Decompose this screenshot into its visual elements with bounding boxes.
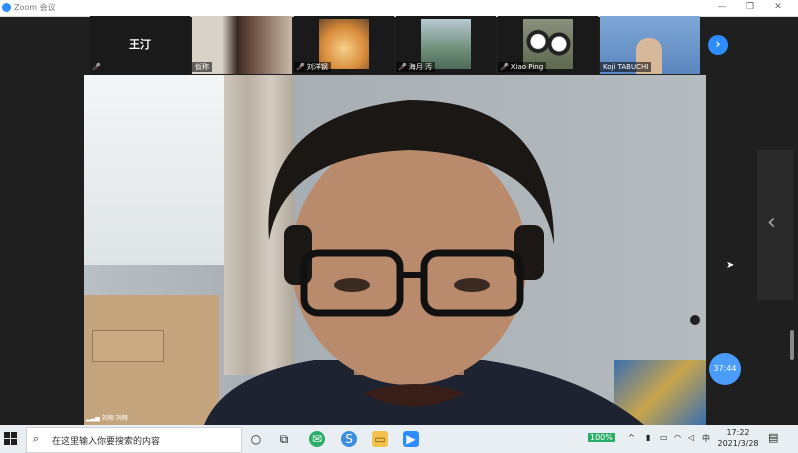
mouse-cursor-icon: ➤ bbox=[726, 260, 735, 271]
search-icon: ⌕ bbox=[33, 432, 40, 445]
search-placeholder: 在这里输入你要搜索的内容 bbox=[52, 437, 161, 447]
windows-start-button[interactable] bbox=[4, 432, 18, 446]
battery-indicator[interactable]: 100% bbox=[588, 433, 615, 442]
mic-muted-icon: 🎤̸ bbox=[398, 63, 407, 71]
window-title: Zoom 会议 bbox=[14, 3, 56, 12]
active-speaker-video: ▂▃▅ 刘翔 刘翔 bbox=[84, 75, 706, 425]
participant-tile[interactable]: Koji TABUCHI bbox=[600, 16, 700, 74]
sogou-icon[interactable]: S bbox=[341, 431, 357, 447]
participant-name: 刘洋钢 bbox=[306, 63, 328, 71]
zoom-app-icon bbox=[2, 3, 11, 12]
participant-name: 海月 汚 bbox=[408, 63, 432, 71]
participant-label: 🎤̸ bbox=[90, 62, 106, 72]
cortana-icon[interactable]: ○ bbox=[248, 431, 264, 447]
wifi-icon[interactable]: ◠ bbox=[674, 433, 681, 442]
participant-name-large: 王汀 bbox=[129, 38, 151, 51]
clock-date: 2021/3/28 bbox=[717, 439, 759, 448]
close-button[interactable]: ✕ bbox=[768, 1, 788, 14]
taskbar: ⌕ 在这里输入你要搜索的内容 ○ ⧉ ✉ S ▭ ▶ 100% ^ ▮ ▭ ◠ … bbox=[0, 425, 798, 453]
speaker-figure bbox=[204, 100, 644, 425]
zoom-taskbar-icon[interactable]: ▶ bbox=[403, 431, 419, 447]
wechat-icon[interactable]: ✉ bbox=[309, 431, 325, 447]
task-view-icon[interactable]: ⧉ bbox=[276, 431, 292, 447]
participant-label: 🎤̸ Xiao Ping bbox=[498, 62, 547, 72]
chevron-left-icon: ‹ bbox=[767, 210, 776, 235]
speaker-signal-label: ▂▃▅ 刘翔 刘翔 bbox=[86, 415, 128, 422]
participant-tile[interactable]: 🎤̸ 海月 汚 bbox=[396, 16, 496, 74]
notification-icon[interactable]: ▤ bbox=[768, 431, 778, 444]
mic-muted-icon: 🎤̸ bbox=[296, 63, 305, 71]
mic-muted-icon: 🎤̸ bbox=[500, 63, 509, 71]
participant-strip: 王汀 🎤̸ 仮称 🎤̸ 刘洋钢 🎤̸ 海月 汚 🎤̸ Xiao Ping Koji T… bbox=[90, 16, 702, 74]
volume-icon[interactable]: ◁ bbox=[688, 433, 694, 442]
phone-icon[interactable]: ▮ bbox=[646, 433, 650, 442]
participant-name: Koji TABUCHI bbox=[603, 63, 649, 71]
file-explorer-icon[interactable]: ▭ bbox=[372, 431, 388, 447]
participant-label: 仮称 bbox=[192, 62, 212, 72]
participant-label: Koji TABUCHI bbox=[600, 62, 652, 72]
scrollbar[interactable] bbox=[790, 330, 794, 360]
participant-tile[interactable]: 仮称 bbox=[192, 16, 292, 74]
mic-muted-icon: 🎤̸ bbox=[92, 63, 101, 71]
next-page-button[interactable]: › bbox=[708, 35, 728, 55]
taskbar-search-box[interactable]: ⌕ 在这里输入你要搜索的内容 bbox=[26, 427, 242, 453]
participant-tile[interactable]: 王汀 🎤̸ bbox=[90, 16, 190, 74]
maximize-button[interactable]: ❐ bbox=[740, 1, 760, 14]
chevron-up-icon[interactable]: ^ bbox=[628, 433, 635, 442]
taskbar-clock[interactable]: 17:22 2021/3/28 bbox=[712, 427, 764, 449]
clock-time: 17:22 bbox=[726, 428, 750, 437]
participant-name: Xiao Ping bbox=[510, 63, 544, 71]
meeting-timer[interactable]: 37:44 bbox=[709, 353, 741, 385]
side-panel-toggle[interactable]: ‹ bbox=[757, 150, 793, 300]
minimize-button[interactable]: — bbox=[712, 1, 732, 14]
power-icon[interactable]: ▭ bbox=[660, 433, 668, 442]
participant-label: 🎤̸ 刘洋钢 bbox=[294, 62, 331, 72]
participant-tile[interactable]: 🎤̸ 刘洋钢 bbox=[294, 16, 394, 74]
participant-name: 仮称 bbox=[195, 63, 209, 71]
title-bar: Zoom 会议 — ❐ ✕ bbox=[0, 0, 798, 17]
ime-indicator[interactable]: 中 bbox=[702, 433, 710, 444]
participant-tile[interactable]: 🎤̸ Xiao Ping bbox=[498, 16, 598, 74]
participant-label: 🎤̸ 海月 汚 bbox=[396, 62, 435, 72]
